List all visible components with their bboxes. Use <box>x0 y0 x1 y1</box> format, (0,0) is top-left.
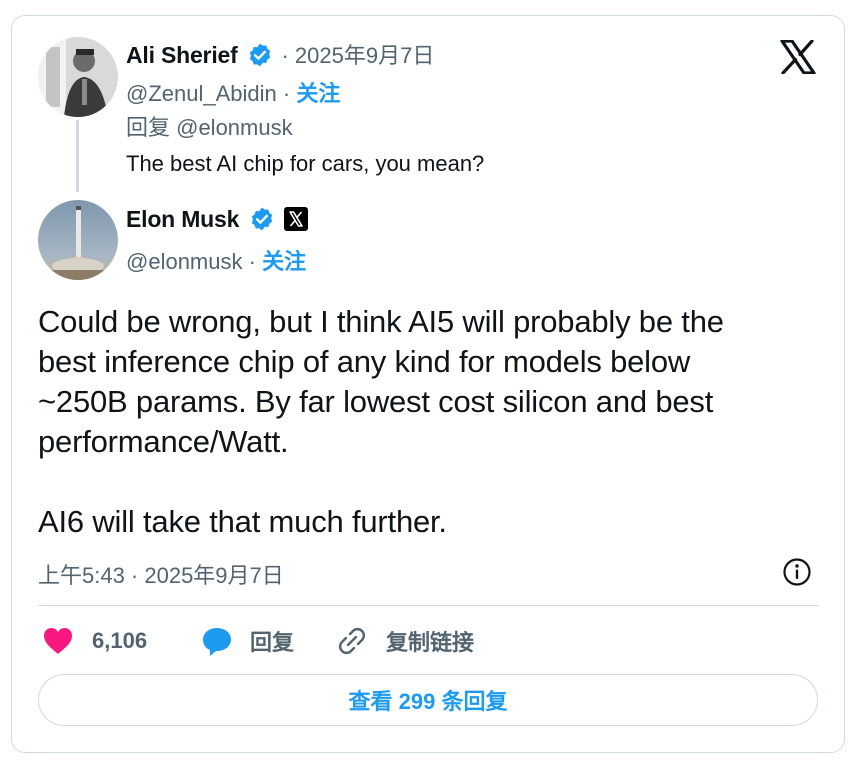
replying-to[interactable]: 回复 @elonmusk <box>126 110 293 142</box>
reply-handle-row: @Zenul_Abidin · 关注 <box>126 76 340 108</box>
reply-author-row: Ali Sherief · 2025年9月7日 <box>126 38 434 70</box>
x-affiliate-badge-icon[interactable] <box>284 207 309 231</box>
author-handle[interactable]: @elonmusk <box>126 249 243 274</box>
heart-icon <box>44 628 72 654</box>
avatar-elon-musk[interactable] <box>38 200 118 280</box>
tweet-text: Could be wrong, but I think AI5 will pro… <box>38 304 724 539</box>
link-icon <box>338 627 366 655</box>
reply-label: 回复 <box>250 630 295 655</box>
author-name[interactable]: Ali Sherief <box>126 42 238 68</box>
tweet-timestamp[interactable]: 上午5:43 · 2025年9月7日 <box>38 558 284 590</box>
main-handle-row: @elonmusk · 关注 <box>126 244 306 276</box>
reply-text: The best AI chip for cars, you mean? <box>126 151 485 176</box>
follow-link[interactable]: 关注 <box>296 81 340 106</box>
verified-badge-icon <box>249 43 271 67</box>
verified-badge-icon <box>251 207 272 231</box>
x-logo-icon[interactable] <box>780 40 816 74</box>
avatar-ali-sherief[interactable] <box>38 37 118 117</box>
separator-dot: · <box>248 249 256 274</box>
author-handle[interactable]: @Zenul_Abidin <box>126 81 277 106</box>
reply-date[interactable]: · 2025年9月7日 <box>281 43 434 68</box>
copy-link-label: 复制链接 <box>386 630 475 655</box>
view-replies-label: 查看 299 条回复 <box>348 689 508 714</box>
separator-dot: · <box>282 81 291 106</box>
reply-bubble-icon <box>203 628 231 656</box>
like-button[interactable]: 6,106 <box>42 623 147 659</box>
follow-link[interactable]: 关注 <box>262 249 306 274</box>
view-replies-button[interactable]: 查看 299 条回复 <box>38 674 818 726</box>
thread-connector-line <box>76 120 79 192</box>
author-name[interactable]: Elon Musk <box>126 206 239 232</box>
divider <box>38 605 818 606</box>
info-icon[interactable] <box>782 557 812 587</box>
like-count: 6,106 <box>92 628 148 653</box>
copy-link-button[interactable]: 复制链接 <box>336 623 474 659</box>
main-author-row: Elon Musk <box>126 206 309 233</box>
reply-button[interactable]: 回复 <box>200 623 294 659</box>
